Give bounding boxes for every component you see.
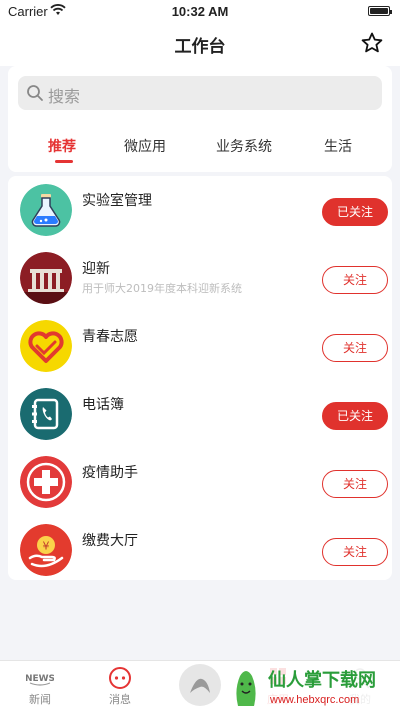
follow-button[interactable]: 关注: [322, 334, 388, 362]
list-item[interactable]: 疫情助手 关注: [8, 450, 392, 518]
svg-text:www.hebxqrc.com: www.hebxqrc.com: [269, 694, 359, 706]
follow-button[interactable]: 已关注: [322, 402, 388, 430]
active-tab-indicator: [55, 160, 73, 163]
tab-micro-apps[interactable]: 微应用: [124, 136, 166, 156]
item-name: 电话簿: [82, 397, 124, 413]
tabbar-label: 消息: [109, 693, 131, 706]
tabbar-item-news[interactable]: NEWS 新闻: [10, 667, 70, 707]
item-name: 迎新: [82, 261, 110, 277]
item-description: 用于师大2019年度本科迎新系统: [82, 282, 242, 295]
status-bar: Carrier 10:32 AM: [0, 0, 400, 22]
follow-button[interactable]: 已关注: [322, 198, 388, 226]
status-time: 10:32 AM: [171, 4, 229, 19]
page-title: 工作台: [174, 37, 226, 57]
follow-button[interactable]: 关注: [322, 538, 388, 566]
tab-business-systems[interactable]: 业务系统: [216, 136, 272, 156]
search-input[interactable]: 搜索: [18, 76, 382, 110]
tabbar-item-home[interactable]: [170, 663, 230, 709]
battery-icon: [368, 6, 392, 16]
red-cross-icon: [20, 456, 72, 508]
search-container: 搜索: [8, 66, 392, 114]
list-item[interactable]: 电话簿 已关注: [8, 382, 392, 450]
search-icon: [27, 85, 43, 101]
yuan-coin-icon: ¥: [20, 524, 72, 576]
message-icon: [109, 667, 131, 689]
heart-hands-icon: [20, 320, 72, 372]
tabbar-label: 新闻: [29, 693, 51, 706]
item-name: 青春志愿: [82, 329, 138, 345]
list-item[interactable]: 迎新 用于师大2019年度本科迎新系统 关注: [8, 246, 392, 314]
home-icon: [179, 664, 221, 706]
svg-text:¥: ¥: [43, 540, 50, 553]
star-icon[interactable]: [360, 31, 384, 55]
tabbar-item-messages[interactable]: 消息: [90, 667, 150, 707]
item-name: 疫情助手: [82, 465, 138, 481]
item-name: 缴费大厅: [82, 533, 138, 549]
list-item[interactable]: ¥ 缴费大厅 关注: [8, 518, 392, 586]
watermark-logo: 仙人掌下载网 www.hebxqrc.com: [228, 664, 398, 710]
follow-button[interactable]: 关注: [322, 266, 388, 294]
phonebook-icon: [20, 388, 72, 440]
tab-life[interactable]: 生活: [324, 136, 352, 156]
navigation-bar: 工作台: [0, 22, 400, 66]
news-icon: NEWS: [26, 674, 54, 686]
flask-icon: [20, 184, 72, 236]
gate-icon: [20, 252, 72, 304]
list-item[interactable]: 青春志愿 关注: [8, 314, 392, 382]
list-item[interactable]: 实验室管理 已关注: [8, 178, 392, 246]
app-list: 实验室管理 已关注 迎新 用于师大2019年度本科迎新系统 关注 青春志愿 关注…: [8, 176, 392, 580]
follow-button[interactable]: 关注: [322, 470, 388, 498]
item-name: 实验室管理: [82, 193, 152, 209]
tab-recommended[interactable]: 推荐: [48, 136, 76, 156]
category-tabs: 推荐 微应用 业务系统 生活: [8, 114, 392, 172]
svg-text:仙人掌下载网: 仙人掌下载网: [268, 669, 376, 691]
search-placeholder: 搜索: [48, 87, 81, 106]
